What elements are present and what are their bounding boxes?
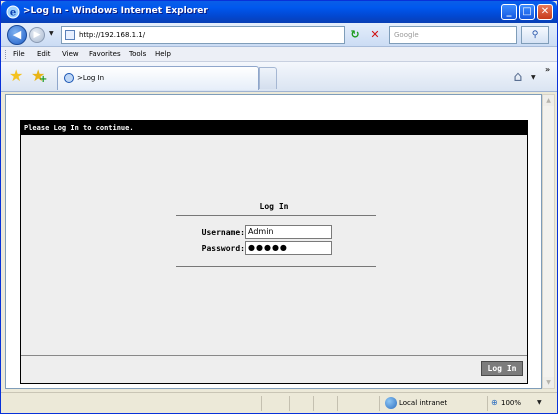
footer-divider: [21, 355, 527, 356]
minimize-button[interactable]: _: [501, 4, 517, 20]
page-icon: [65, 30, 75, 40]
ie-page-icon: [64, 73, 74, 83]
tab-bar: ★ ★ + >Log In ⌂ ▼ »: [1, 62, 557, 92]
title-bar: e >Log In - Windows Internet Explorer _ …: [1, 1, 557, 23]
new-tab-button[interactable]: [259, 67, 277, 89]
search-input[interactable]: Google: [389, 26, 517, 44]
home-icon[interactable]: ⌂: [509, 68, 527, 86]
menu-tools[interactable]: Tools: [129, 50, 146, 58]
chevron-more-icon[interactable]: »: [545, 65, 550, 74]
browser-window: e >Log In - Windows Internet Explorer _ …: [0, 0, 558, 414]
recent-pages-dropdown[interactable]: ▼: [49, 30, 54, 37]
zoom-level[interactable]: 100%: [501, 399, 521, 407]
security-zone: Local intranet: [399, 399, 448, 407]
login-button[interactable]: Log In: [481, 361, 523, 376]
search-placeholder: Google: [394, 31, 419, 39]
stop-icon[interactable]: ✕: [367, 27, 383, 43]
status-cell: [261, 396, 289, 411]
tab-label: >Log In: [77, 74, 105, 82]
status-cell: [313, 396, 337, 411]
divider-bottom: [176, 266, 376, 267]
star-icon[interactable]: ★: [9, 68, 23, 84]
login-title: Log In: [259, 202, 289, 211]
scroll-down-icon[interactable]: ▼: [543, 377, 554, 388]
login-panel: Please Log In to continue. Log In Userna…: [20, 120, 528, 384]
toolbar-grip: [5, 50, 7, 59]
panel-header-text: Please Log In to continue.: [24, 124, 134, 132]
page-viewport: Please Log In to continue. Log In Userna…: [5, 94, 542, 389]
address-url[interactable]: http://192.168.1.1/: [79, 31, 145, 39]
globe-icon: [385, 397, 397, 409]
username-field[interactable]: Admin: [245, 225, 332, 239]
status-bar: Local intranet ⊕ 100% ▼: [1, 392, 557, 413]
zoom-dropdown[interactable]: ▼: [537, 399, 542, 406]
divider-top: [176, 215, 376, 216]
password-field[interactable]: ●●●●●: [245, 241, 332, 255]
search-icon[interactable]: ⚲: [521, 26, 549, 44]
panel-header: Please Log In to continue.: [21, 121, 527, 135]
password-label: Password:: [201, 244, 245, 253]
scroll-up-icon[interactable]: ▲: [543, 95, 554, 106]
tab-log-in[interactable]: >Log In: [57, 66, 259, 90]
back-arrow-icon[interactable]: ◀: [7, 25, 27, 45]
add-favorite-icon[interactable]: ★ +: [31, 68, 47, 86]
home-dropdown[interactable]: ▼: [531, 74, 536, 81]
menu-edit[interactable]: Edit: [37, 50, 51, 58]
forward-arrow-icon[interactable]: ▶: [29, 27, 45, 43]
menu-favorites[interactable]: Favorites: [89, 50, 121, 58]
maximize-button[interactable]: □: [519, 4, 535, 20]
status-cell: [289, 396, 313, 411]
svg-text:e: e: [10, 8, 16, 19]
vertical-scrollbar[interactable]: ▲ ▼: [542, 94, 555, 389]
status-cell: [337, 396, 377, 411]
address-field[interactable]: http://192.168.1.1/ ▼: [61, 26, 401, 44]
menu-file[interactable]: File: [13, 50, 25, 58]
window-title: >Log In - Windows Internet Explorer: [23, 6, 208, 16]
username-label: Username:: [201, 228, 245, 237]
zoom-icon[interactable]: ⊕: [491, 398, 498, 407]
menu-bar: File Edit View Favorites Tools Help: [1, 47, 557, 62]
menu-view[interactable]: View: [62, 50, 79, 58]
navigation-bar: ◀ ▶ ▼ http://192.168.1.1/ ▼ ↻ ✕ Google ⚲: [1, 23, 557, 47]
plus-icon: +: [39, 74, 48, 85]
menu-help[interactable]: Help: [155, 50, 171, 58]
ie-icon: e: [6, 5, 20, 19]
refresh-icon[interactable]: ↻: [347, 27, 363, 43]
close-button[interactable]: ✕: [537, 4, 553, 20]
